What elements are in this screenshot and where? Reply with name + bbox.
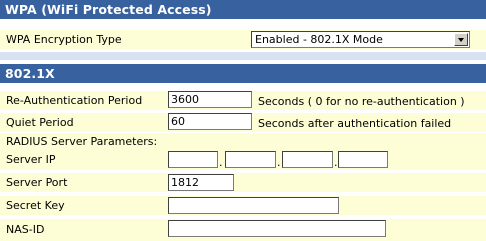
server-port-input[interactable] — [168, 174, 234, 191]
reauth-period-hint: Seconds ( 0 for no re-authentication ) — [258, 95, 465, 108]
reauth-period-input[interactable] — [168, 91, 252, 108]
server-ip-octet-1[interactable] — [168, 151, 218, 168]
reauth-period-label: Re-Authentication Period — [6, 94, 143, 107]
nas-id-label: NAS-ID — [6, 223, 45, 236]
secret-key-input[interactable] — [168, 197, 339, 214]
section-divider — [0, 52, 486, 60]
quiet-period-input[interactable] — [168, 113, 252, 130]
nas-id-input[interactable] — [168, 220, 386, 237]
ip-separator: . — [219, 156, 223, 169]
chevron-down-icon[interactable] — [454, 33, 468, 46]
secret-key-label: Secret Key — [6, 199, 65, 212]
wpa-encryption-select[interactable]: Enabled - 802.1X Mode — [251, 31, 470, 48]
quiet-period-hint: Seconds after authentication failed — [258, 117, 452, 130]
server-ip-octet-4[interactable] — [338, 151, 388, 168]
wpa-encryption-selected-value: Enabled - 802.1X Mode — [255, 33, 383, 46]
quiet-period-label: Quiet Period — [6, 116, 74, 129]
wpa-section-header: WPA (WiFi Protected Access) — [0, 0, 486, 19]
wpa-encryption-label: WPA Encryption Type — [6, 33, 122, 46]
server-ip-label: Server IP — [6, 153, 56, 166]
server-ip-octet-3[interactable] — [282, 151, 333, 168]
dot1x-section-header: 802.1X — [0, 64, 486, 83]
radius-params-label: RADIUS Server Parameters: — [6, 135, 158, 148]
dot1x-section-title: 802.1X — [5, 66, 55, 81]
ip-separator: . — [334, 156, 338, 169]
server-port-row — [0, 173, 486, 192]
ip-separator: . — [277, 156, 281, 169]
server-port-label: Server Port — [6, 176, 68, 189]
wpa-section-title: WPA (WiFi Protected Access) — [5, 2, 212, 17]
server-ip-octet-2[interactable] — [225, 151, 276, 168]
